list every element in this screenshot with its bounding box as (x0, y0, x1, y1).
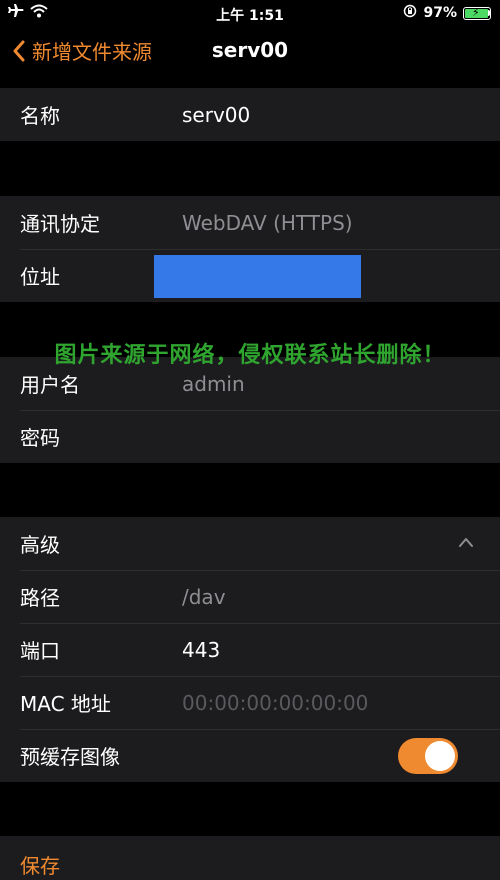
path-field[interactable]: /dav (182, 585, 226, 609)
status-right: 97% ⚡ (403, 4, 491, 22)
port-row[interactable]: 端口 443 (0, 623, 500, 676)
path-row[interactable]: 路径 /dav (0, 570, 500, 623)
advanced-label: 高级 (20, 533, 60, 557)
precache-toggle[interactable] (398, 738, 458, 774)
protocol-row[interactable]: 通讯协定 WebDAV (HTTPS) (0, 196, 500, 249)
status-bar: 上午 1:51 97% ⚡ (0, 0, 500, 26)
advanced-header-row[interactable]: 高级 (0, 517, 500, 570)
path-label: 路径 (20, 586, 60, 610)
mac-row[interactable]: MAC 地址 00:00:00:00:00:00 (0, 676, 500, 729)
port-field[interactable]: 443 (182, 638, 220, 662)
credentials-group: 用户名 admin 密码 (0, 357, 500, 463)
save-button[interactable]: 保存 (20, 850, 60, 879)
orientation-lock-icon (403, 4, 417, 22)
chevron-up-icon[interactable] (458, 536, 474, 548)
name-group: 名称 serv00 (0, 88, 500, 141)
name-label: 名称 (20, 104, 60, 128)
mac-label: MAC 地址 (20, 692, 111, 716)
battery-percent: 97% (423, 5, 457, 21)
precache-label: 预缓存图像 (20, 745, 120, 769)
protocol-value[interactable]: WebDAV (HTTPS) (182, 211, 353, 235)
username-label: 用户名 (20, 373, 80, 397)
page-title: serv00 (211, 38, 289, 62)
address-row[interactable]: 位址 (0, 249, 500, 302)
username-field[interactable]: admin (182, 372, 245, 396)
password-label: 密码 (20, 426, 60, 450)
battery-charging-icon: ⚡ (463, 6, 491, 20)
mac-field[interactable]: 00:00:00:00:00:00 (182, 691, 368, 715)
save-group: 保存 (0, 836, 500, 880)
address-field-redacted[interactable] (154, 255, 361, 298)
name-row[interactable]: 名称 serv00 (0, 88, 500, 141)
precache-row[interactable]: 预缓存图像 (0, 729, 500, 782)
connection-group: 通讯协定 WebDAV (HTTPS) 位址 (0, 196, 500, 302)
nav-bar: 新增文件来源 serv00 (0, 26, 500, 76)
password-row[interactable]: 密码 (0, 410, 500, 463)
address-label: 位址 (20, 265, 60, 289)
protocol-label: 通讯协定 (20, 212, 100, 236)
name-field[interactable]: serv00 (182, 103, 250, 127)
advanced-group: 高级 路径 /dav 端口 443 MAC 地址 00:00:00:00:00:… (0, 517, 500, 782)
watermark-text: 图片来源于网络，侵权联系站长删除！ (54, 343, 446, 368)
port-label: 端口 (20, 639, 60, 663)
toggle-knob (425, 741, 455, 771)
